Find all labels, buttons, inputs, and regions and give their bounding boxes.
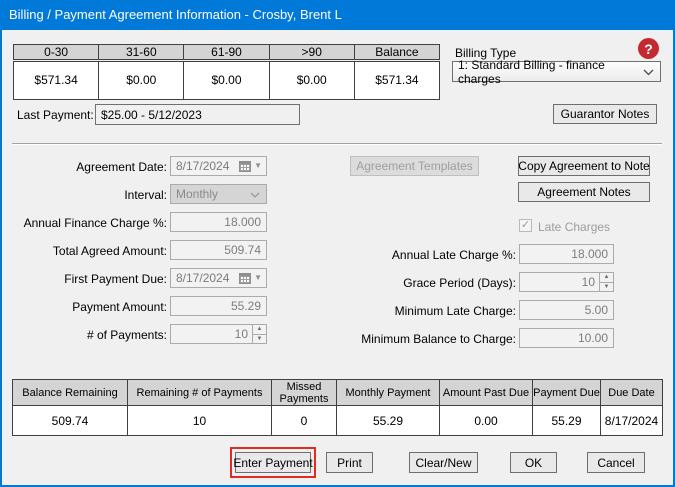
summary-value-missed-payments: 0 bbox=[271, 406, 337, 436]
check-icon: ✓ bbox=[521, 219, 530, 231]
annual-late-charge-field[interactable]: 18.000 bbox=[519, 244, 614, 264]
cancel-button[interactable]: Cancel bbox=[587, 452, 645, 473]
agreement-date-label: Agreement Date: bbox=[12, 160, 167, 174]
aging-value-row: $571.34 $0.00 $0.00 $0.00 $571.34 bbox=[13, 61, 440, 100]
clear-new-button[interactable]: Clear/New bbox=[409, 452, 478, 473]
minimum-late-charge-value: 5.00 bbox=[585, 303, 608, 317]
interval-dropdown[interactable]: Monthly bbox=[170, 184, 267, 204]
spinner-down-icon[interactable]: ▼ bbox=[600, 282, 613, 292]
aging-value-balance: $571.34 bbox=[354, 61, 440, 100]
print-button[interactable]: Print bbox=[326, 452, 373, 473]
payment-summary-table: Balance Remaining Remaining # of Payment… bbox=[12, 379, 667, 436]
dropdown-arrow-icon: ▼ bbox=[254, 274, 262, 282]
last-payment-value: $25.00 - 5/12/2023 bbox=[101, 108, 202, 122]
aging-header-61-90: 61-90 bbox=[183, 44, 269, 60]
annual-finance-charge-value: 18.000 bbox=[224, 215, 261, 229]
agreement-notes-button[interactable]: Agreement Notes bbox=[518, 182, 650, 202]
calendar-icon bbox=[239, 273, 251, 284]
summary-value-remaining-payments: 10 bbox=[127, 406, 272, 436]
first-payment-due-value: 8/17/2024 bbox=[176, 271, 229, 285]
summary-value-row: 509.74 10 0 55.29 0.00 55.29 8/17/2024 bbox=[12, 406, 667, 436]
minimum-late-charge-field[interactable]: 5.00 bbox=[519, 300, 614, 320]
summary-value-monthly-payment: 55.29 bbox=[336, 406, 440, 436]
chevron-down-icon bbox=[643, 65, 654, 79]
summary-header-row: Balance Remaining Remaining # of Payment… bbox=[12, 379, 667, 406]
payment-amount-label: Payment Amount: bbox=[12, 300, 167, 314]
annual-late-charge-value: 18.000 bbox=[571, 247, 608, 261]
copy-agreement-to-note-button[interactable]: Copy Agreement to Note bbox=[518, 156, 650, 176]
num-payments-label: # of Payments: bbox=[12, 328, 167, 342]
spinner-buttons: ▲ ▼ bbox=[599, 273, 613, 291]
summary-value-balance-remaining: 509.74 bbox=[12, 406, 128, 436]
guarantor-notes-button[interactable]: Guarantor Notes bbox=[553, 104, 657, 124]
summary-value-amount-past-due: 0.00 bbox=[439, 406, 533, 436]
billing-dialog-window: Billing / Payment Agreement Information … bbox=[0, 0, 675, 487]
billing-type-dropdown[interactable]: 1: Standard Billing - finance charges bbox=[452, 61, 661, 82]
interval-value: Monthly bbox=[176, 187, 218, 201]
total-agreed-amount-label: Total Agreed Amount: bbox=[12, 244, 167, 258]
aging-table: 0-30 31-60 61-90 >90 Balance $571.34 $0.… bbox=[13, 44, 440, 100]
minimum-balance-to-charge-value: 10.00 bbox=[578, 331, 608, 345]
annual-finance-charge-label: Annual Finance Charge %: bbox=[12, 216, 167, 230]
last-payment-label: Last Payment: bbox=[17, 108, 94, 122]
aging-value-over-90: $0.00 bbox=[269, 61, 355, 100]
total-agreed-amount-field[interactable]: 509.74 bbox=[170, 240, 267, 260]
aging-header-0-30: 0-30 bbox=[13, 44, 99, 60]
last-payment-field: $25.00 - 5/12/2023 bbox=[95, 104, 300, 125]
aging-value-61-90: $0.00 bbox=[183, 61, 269, 100]
summary-header-payment-due: Payment Due bbox=[532, 379, 601, 406]
total-agreed-amount-value: 509.74 bbox=[224, 243, 261, 257]
summary-header-balance-remaining: Balance Remaining bbox=[12, 379, 128, 406]
annual-finance-charge-field[interactable]: 18.000 bbox=[170, 212, 267, 232]
grace-period-stepper[interactable]: 10 ▲ ▼ bbox=[519, 272, 614, 292]
payment-amount-value: 55.29 bbox=[231, 299, 261, 313]
summary-value-due-date: 8/17/2024 bbox=[600, 406, 663, 436]
grace-period-label: Grace Period (Days): bbox=[332, 276, 516, 290]
dropdown-arrow-icon: ▼ bbox=[254, 162, 262, 170]
summary-header-monthly-payment: Monthly Payment bbox=[336, 379, 440, 406]
ok-button[interactable]: OK bbox=[510, 452, 557, 473]
summary-header-remaining-payments: Remaining # of Payments bbox=[127, 379, 272, 406]
spinner-down-icon[interactable]: ▼ bbox=[253, 334, 266, 344]
help-icon[interactable]: ? bbox=[638, 38, 659, 59]
aging-header-31-60: 31-60 bbox=[98, 44, 184, 60]
aging-header-row: 0-30 31-60 61-90 >90 Balance bbox=[13, 44, 440, 60]
section-divider bbox=[12, 143, 662, 145]
spinner-up-icon[interactable]: ▲ bbox=[253, 325, 266, 334]
summary-header-amount-past-due: Amount Past Due bbox=[439, 379, 533, 406]
aging-value-31-60: $0.00 bbox=[98, 61, 184, 100]
summary-header-missed-payments: Missed Payments bbox=[271, 379, 337, 406]
summary-value-payment-due: 55.29 bbox=[532, 406, 601, 436]
aging-value-0-30: $571.34 bbox=[13, 61, 99, 100]
spinner-up-icon[interactable]: ▲ bbox=[600, 273, 613, 282]
spinner-buttons: ▲ ▼ bbox=[252, 325, 266, 343]
summary-header-due-date: Due Date bbox=[600, 379, 663, 406]
minimum-balance-to-charge-field[interactable]: 10.00 bbox=[519, 328, 614, 348]
enter-payment-button[interactable]: Enter Payment bbox=[235, 452, 311, 473]
first-payment-due-label: First Payment Due: bbox=[12, 272, 167, 286]
chevron-down-icon bbox=[250, 187, 260, 201]
billing-type-selected: 1: Standard Billing - finance charges bbox=[458, 58, 643, 86]
num-payments-stepper[interactable]: 10 ▲ ▼ bbox=[170, 324, 267, 344]
grace-period-value: 10 bbox=[582, 275, 599, 289]
agreement-date-picker[interactable]: 8/17/2024 ▼ bbox=[170, 156, 267, 176]
minimum-late-charge-label: Minimum Late Charge: bbox=[332, 304, 516, 318]
aging-header-over-90: >90 bbox=[269, 44, 355, 60]
agreement-templates-button[interactable]: Agreement Templates bbox=[350, 156, 479, 176]
aging-header-balance: Balance bbox=[354, 44, 440, 60]
payment-amount-field[interactable]: 55.29 bbox=[170, 296, 267, 316]
agreement-date-value: 8/17/2024 bbox=[176, 159, 229, 173]
calendar-icon bbox=[239, 161, 251, 172]
late-charges-checkbox[interactable]: ✓ bbox=[519, 219, 532, 232]
minimum-balance-to-charge-label: Minimum Balance to Charge: bbox=[332, 332, 516, 346]
interval-label: Interval: bbox=[12, 188, 167, 202]
first-payment-due-picker[interactable]: 8/17/2024 ▼ bbox=[170, 268, 267, 288]
num-payments-value: 10 bbox=[235, 327, 252, 341]
late-charges-label: Late Charges bbox=[538, 220, 610, 234]
window-title: Billing / Payment Agreement Information … bbox=[0, 0, 675, 30]
annual-late-charge-label: Annual Late Charge %: bbox=[332, 248, 516, 262]
